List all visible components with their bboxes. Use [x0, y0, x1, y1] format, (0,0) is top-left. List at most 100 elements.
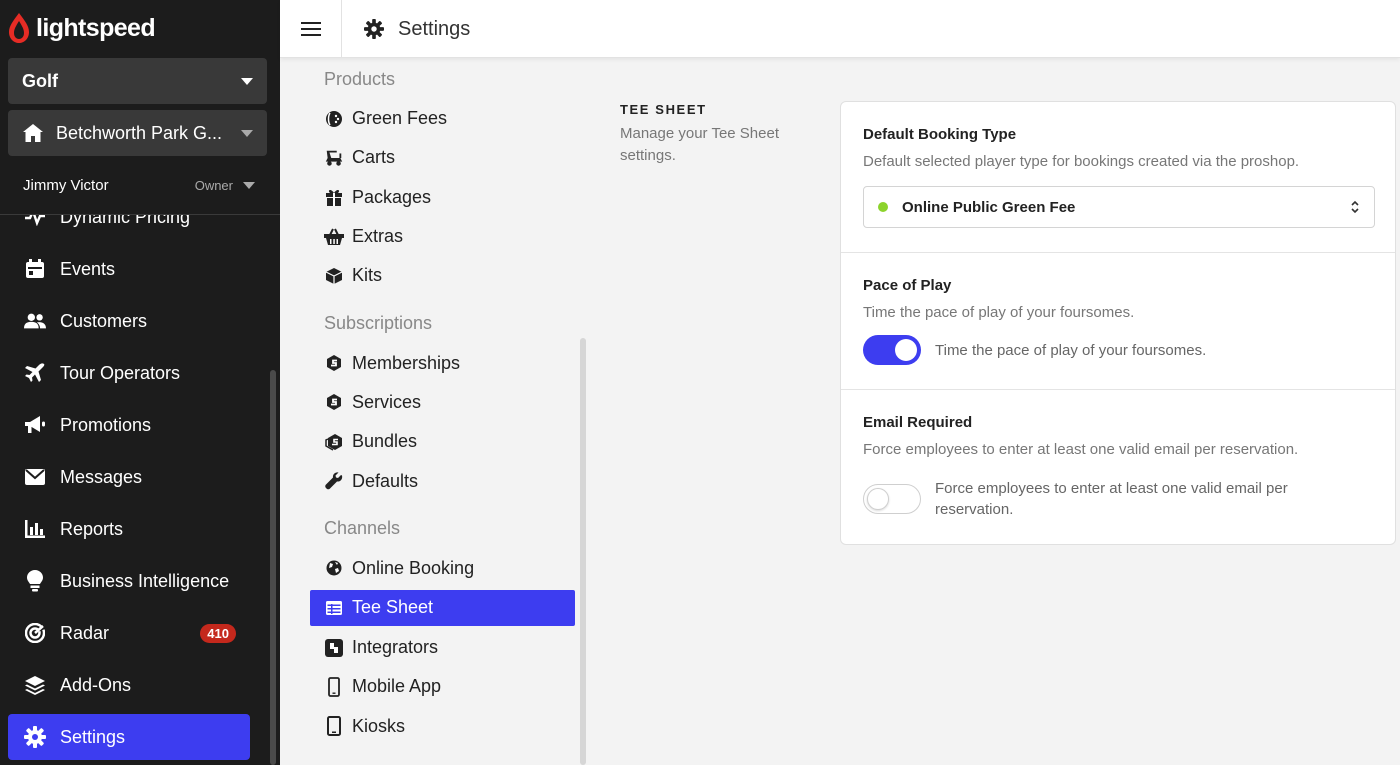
- wrench-icon: [324, 471, 344, 491]
- toggle-label: Time the pace of play of your foursomes.: [935, 341, 1207, 359]
- gear-icon: [24, 726, 46, 748]
- golf-ball-icon: [324, 109, 344, 129]
- app-selector[interactable]: Golf: [8, 58, 267, 104]
- user-role: Owner: [194, 177, 233, 193]
- settings-nav-item-kits[interactable]: Kits: [310, 256, 575, 295]
- default-booking-type-setting: Default Booking Type Default selected pl…: [841, 126, 1395, 228]
- location-selector[interactable]: Betchworth Park G...: [8, 110, 267, 156]
- sidebar-item-settings[interactable]: Settings: [8, 714, 250, 760]
- setting-description: Force employees to enter at least one va…: [863, 441, 1299, 458]
- caret-down-icon: [241, 77, 253, 85]
- gift-icon: [324, 187, 344, 207]
- tee-sheet-settings-card: Default Booking Type Default selected pl…: [840, 101, 1396, 545]
- sidebar-item-add-ons[interactable]: Add-Ons: [8, 659, 250, 711]
- location-selector-label: Betchworth Park G...: [56, 122, 223, 143]
- sidebar-item-label: Settings: [60, 726, 126, 747]
- radar-icon: [24, 622, 46, 644]
- pulse-icon: [24, 215, 46, 228]
- settings-nav-item-label: Bundles: [352, 431, 418, 452]
- envelope-icon: [24, 466, 46, 488]
- email-required-setting: Email Required Force employees to enter …: [841, 414, 1395, 520]
- settings-nav-item-extras[interactable]: Extras: [310, 217, 575, 256]
- pace-of-play-toggle[interactable]: [863, 335, 921, 365]
- sidebar-item-dynamic-pricing[interactable]: Dynamic Pricing: [8, 215, 250, 243]
- section-title: TEE SHEET: [620, 102, 707, 117]
- bar-chart-icon: [24, 518, 46, 540]
- selected-booking-type: Online Public Green Fee: [902, 198, 1076, 216]
- caret-down-icon: [241, 129, 253, 137]
- settings-nav-item-packages[interactable]: Packages: [310, 178, 575, 217]
- setting-description: Default selected player type for booking…: [863, 153, 1300, 170]
- status-dot: [878, 202, 888, 212]
- sidebar-item-label: Messages: [60, 466, 143, 487]
- menu-toggle-button[interactable]: [280, 0, 342, 58]
- settings-nav-item-bundles[interactable]: Bundles: [310, 422, 575, 461]
- sidebar-item-promotions[interactable]: Promotions: [8, 399, 250, 451]
- toggle-knob: [895, 339, 917, 361]
- email-required-toggle[interactable]: [863, 484, 921, 514]
- chevron-updown-icon: [1351, 200, 1359, 214]
- settings-nav-item-label: Kits: [352, 265, 383, 286]
- sidebar-item-radar[interactable]: Radar 410: [8, 607, 250, 659]
- brand-name: lightspeed: [36, 13, 156, 42]
- settings-nav-item-label: Extras: [352, 226, 404, 247]
- sidebar-item-messages[interactable]: Messages: [8, 451, 250, 503]
- settings-nav-item-defaults[interactable]: Defaults: [310, 461, 575, 500]
- sidebar-item-label: Events: [60, 258, 116, 279]
- plane-icon: [24, 362, 46, 384]
- caret-down-icon: [243, 181, 255, 189]
- setting-description: Time the pace of play of your foursomes.: [863, 304, 1135, 321]
- sidebar-item-customers[interactable]: Customers: [8, 295, 250, 347]
- default-booking-type-select[interactable]: Online Public Green Fee: [863, 186, 1375, 228]
- settings-nav-item-mobile-app[interactable]: Mobile App: [310, 667, 575, 706]
- sidebar-item-reports[interactable]: Reports: [8, 503, 250, 555]
- toggle-label: Force employees to enter at least one va…: [935, 480, 1288, 518]
- radar-count-badge: 410: [200, 623, 236, 643]
- settings-nav-item-label: Green Fees: [352, 108, 448, 129]
- settings-nav-item-kiosks[interactable]: Kiosks: [310, 707, 575, 746]
- sidebar-item-label: Customers: [60, 310, 148, 331]
- sidebar-item-business-intelligence[interactable]: Business Intelligence: [8, 555, 250, 607]
- pace-of-play-setting: Pace of Play Time the pace of play of yo…: [841, 277, 1395, 365]
- globe-icon: [324, 558, 344, 578]
- section-subtitle: Manage your Tee Sheet settings.: [620, 125, 780, 164]
- golf-cart-icon: [324, 148, 344, 168]
- toggle-knob: [867, 488, 889, 510]
- app-selector-label: Golf: [22, 70, 58, 91]
- sidebar-nav: Dynamic Pricing Events Customers Tour Op…: [0, 215, 268, 765]
- home-icon: [23, 124, 43, 142]
- settings-nav-item-label: Integrators: [352, 637, 439, 658]
- users-icon: [24, 310, 46, 332]
- sidebar: lightspeed Golf Betchworth Park G... Jim…: [0, 0, 280, 765]
- setting-divider: [841, 252, 1395, 253]
- settings-nav-heading-products: Products: [324, 68, 396, 89]
- sidebar-item-tour-operators[interactable]: Tour Operators: [8, 347, 250, 399]
- settings-nav-heading-channels: Channels: [324, 518, 401, 539]
- stacked-hexagon-icon: [324, 432, 344, 452]
- settings-nav-item-green-fees[interactable]: Green Fees: [310, 99, 575, 138]
- settings-nav-heading-subscriptions: Subscriptions: [324, 312, 433, 333]
- sidebar-item-label: Business Intelligence: [60, 570, 230, 591]
- hamburger-icon: [300, 22, 321, 36]
- settings-nav-item-label: Kiosks: [352, 715, 406, 736]
- settings-nav-item-label: Carts: [352, 147, 396, 168]
- settings-nav-scrollbar[interactable]: [580, 338, 586, 765]
- settings-nav-item-carts[interactable]: Carts: [310, 138, 575, 177]
- setting-title: Default Booking Type: [863, 126, 1017, 143]
- sidebar-item-label: Radar: [60, 622, 110, 643]
- settings-nav-item-integrators[interactable]: Integrators: [310, 628, 575, 667]
- settings-nav-item-label: Packages: [352, 186, 432, 207]
- settings-nav-item-memberships[interactable]: Memberships: [310, 343, 575, 382]
- user-name: Jimmy Victor: [23, 176, 109, 194]
- settings-nav-item-services[interactable]: Services: [310, 383, 575, 422]
- cube-icon: [324, 266, 344, 286]
- integration-icon: [324, 638, 344, 658]
- user-menu[interactable]: Jimmy Victor Owner: [23, 174, 255, 196]
- settings-nav-item-online-booking[interactable]: Online Booking: [310, 549, 575, 588]
- settings-nav-item-tee-sheet[interactable]: Tee Sheet: [310, 589, 575, 626]
- settings-nav: Products Green Fees Carts Packages Extra…: [280, 59, 590, 765]
- brand-logo[interactable]: lightspeed: [8, 10, 156, 46]
- sidebar-item-events[interactable]: Events: [8, 243, 250, 295]
- layers-icon: [24, 674, 46, 696]
- sidebar-scrollbar[interactable]: [270, 370, 276, 765]
